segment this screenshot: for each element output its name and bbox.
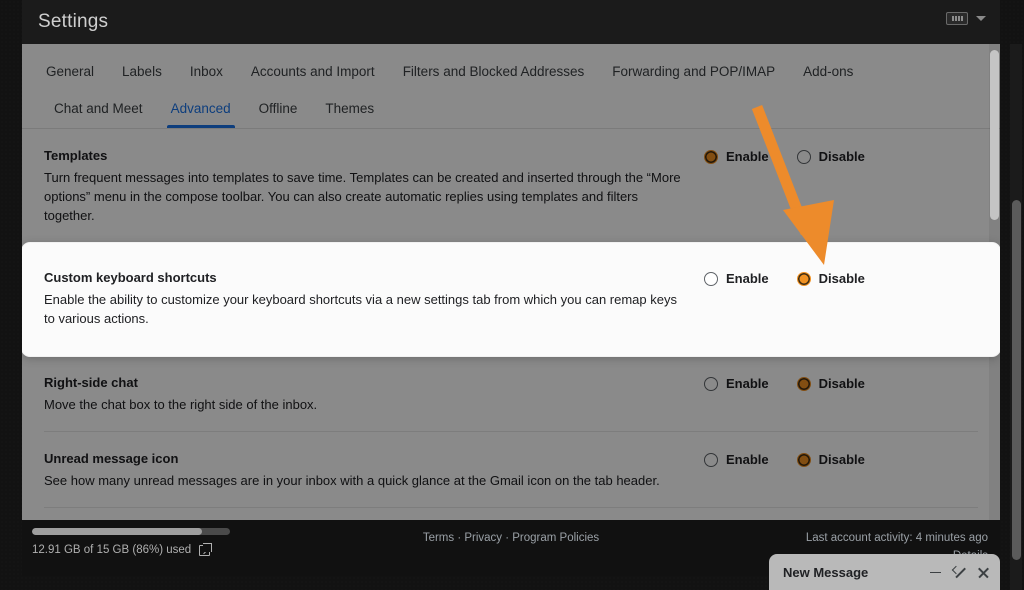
unread-message-icon-enable-label: Enable xyxy=(726,452,769,467)
templates-disable-radio[interactable] xyxy=(796,149,811,164)
settings-body: General Labels Inbox Accounts and Import Fil… xyxy=(22,44,1000,520)
tab-inbox[interactable]: Inbox xyxy=(180,54,233,91)
title-bar-actions xyxy=(946,12,986,25)
tab-forwarding-and-pop-imap[interactable]: Forwarding and POP/IMAP xyxy=(602,54,785,91)
templates-disable-option[interactable]: Disable xyxy=(796,149,865,164)
page-scrollbar-thumb[interactable] xyxy=(1012,200,1021,560)
page-title: Settings xyxy=(38,11,109,32)
tab-advanced[interactable]: Advanced xyxy=(161,91,241,128)
settings-scrollbar-thumb[interactable] xyxy=(990,50,999,220)
settings-row-text: Custom keyboard shortcuts Enable the abil… xyxy=(44,269,704,328)
templates-description: Turn frequent messages into templates to… xyxy=(44,170,681,223)
templates-enable-radio[interactable] xyxy=(704,149,718,164)
popout-icon[interactable] xyxy=(953,566,966,579)
screen-root: Settings General Labels Inbox Accounts and … xyxy=(0,0,1024,590)
custom-keyboard-shortcuts-enable-radio[interactable] xyxy=(704,271,718,286)
external-link-icon[interactable] xyxy=(199,542,213,556)
unread-message-icon-enable-radio[interactable] xyxy=(704,452,718,467)
settings-rows: Templates Turn frequent messages into tem… xyxy=(22,129,1000,508)
settings-row-right-side-chat: Right-side chat Move the chat box to the … xyxy=(44,356,978,432)
storage-text-row: 12.91 GB of 15 GB (86%) used xyxy=(32,542,322,556)
templates-enable-option[interactable]: Enable xyxy=(704,149,769,164)
unread-message-icon-disable-label: Disable xyxy=(818,452,865,467)
settings-row-controls: Enable Disable xyxy=(704,269,934,286)
right-side-chat-enable-radio[interactable] xyxy=(704,376,718,391)
tab-labels[interactable]: Labels xyxy=(112,54,172,91)
tabs-row: General Labels Inbox Accounts and Import Fil… xyxy=(22,54,1000,128)
tab-add-ons[interactable]: Add-ons xyxy=(793,54,863,91)
settings-row-controls: Enable Disable xyxy=(704,147,934,164)
templates-title: Templates xyxy=(44,148,108,163)
right-side-chat-disable-radio[interactable] xyxy=(796,376,811,391)
right-side-chat-enable-option[interactable]: Enable xyxy=(704,376,769,391)
settings-row-text: Right-side chat Move the chat box to the … xyxy=(44,374,704,414)
unread-message-icon-disable-option[interactable]: Disable xyxy=(796,452,865,467)
compose-window[interactable]: New Message xyxy=(769,554,1000,590)
right-side-chat-title: Right-side chat xyxy=(44,375,138,390)
minimize-icon[interactable] xyxy=(929,566,942,579)
right-side-chat-disable-option[interactable]: Disable xyxy=(796,376,865,391)
templates-enable-label: Enable xyxy=(726,149,769,164)
custom-keyboard-shortcuts-disable-label: Disable xyxy=(818,271,865,286)
settings-row-templates: Templates Turn frequent messages into tem… xyxy=(44,129,978,243)
tab-themes[interactable]: Themes xyxy=(315,91,384,128)
chevron-down-icon[interactable] xyxy=(976,16,986,21)
compose-actions xyxy=(929,566,990,579)
settings-tabs: General Labels Inbox Accounts and Import Fil… xyxy=(22,44,1000,129)
settings-row-unread-message-icon: Unread message icon See how many unread m… xyxy=(44,432,978,508)
right-side-chat-disable-label: Disable xyxy=(818,376,865,391)
tab-chat-and-meet[interactable]: Chat and Meet xyxy=(44,91,153,128)
unread-message-icon-description: See how many unread messages are in your… xyxy=(44,473,660,488)
storage-usage-label: 12.91 GB of 15 GB (86%) used xyxy=(32,544,192,556)
custom-keyboard-shortcuts-enable-option[interactable]: Enable xyxy=(704,271,769,286)
unread-message-icon-disable-radio[interactable] xyxy=(796,452,811,467)
right-side-chat-description: Move the chat box to the right side of t… xyxy=(44,397,318,412)
custom-keyboard-shortcuts-title: Custom keyboard shortcuts xyxy=(44,270,217,285)
tab-accounts-and-import[interactable]: Accounts and Import xyxy=(241,54,385,91)
close-icon[interactable] xyxy=(977,566,990,579)
right-side-chat-enable-label: Enable xyxy=(726,376,769,391)
last-activity-label: Last account activity: 4 minutes ago xyxy=(805,532,988,544)
templates-disable-label: Disable xyxy=(818,149,865,164)
tab-offline[interactable]: Offline xyxy=(249,91,308,128)
keyboard-icon[interactable] xyxy=(946,12,968,25)
settings-row-custom-keyboard-shortcuts: Custom keyboard shortcuts Enable the abil… xyxy=(22,243,1000,356)
tab-general[interactable]: General xyxy=(44,54,104,91)
unread-message-icon-title: Unread message icon xyxy=(44,451,179,466)
settings-title-bar: Settings xyxy=(22,0,1000,44)
settings-window: Settings General Labels Inbox Accounts and … xyxy=(22,0,1000,520)
settings-row-text: Templates Turn frequent messages into tem… xyxy=(44,147,704,225)
settings-actions: Save Changes Cancel xyxy=(22,508,1000,520)
custom-keyboard-shortcuts-description: Enable the ability to customize your key… xyxy=(44,292,677,326)
unread-message-icon-enable-option[interactable]: Enable xyxy=(704,452,769,467)
settings-row-controls: Enable Disable xyxy=(704,450,934,467)
settings-row-text: Unread message icon See how many unread m… xyxy=(44,450,704,490)
compose-title: New Message xyxy=(783,564,869,580)
settings-row-controls: Enable Disable xyxy=(704,374,934,391)
custom-keyboard-shortcuts-enable-label: Enable xyxy=(726,271,769,286)
custom-keyboard-shortcuts-disable-option[interactable]: Disable xyxy=(796,271,865,286)
tab-filters-and-blocked-addresses[interactable]: Filters and Blocked Addresses xyxy=(393,54,595,91)
custom-keyboard-shortcuts-disable-radio[interactable] xyxy=(796,271,811,286)
